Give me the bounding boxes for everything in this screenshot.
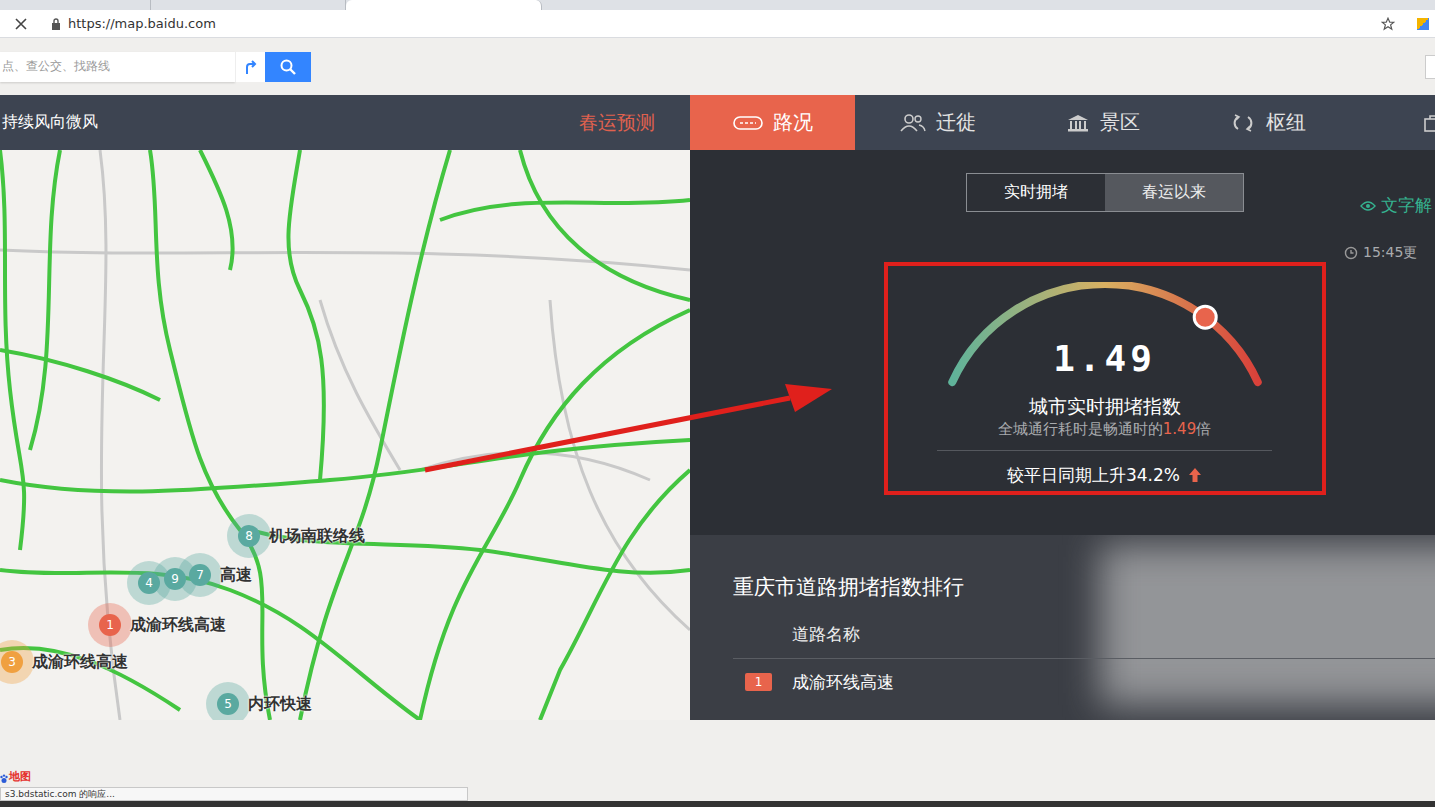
nav-tab-label: 迁徙 xyxy=(936,109,976,136)
paw-icon xyxy=(0,774,8,784)
clear-road xyxy=(540,470,690,720)
stop-icon[interactable] xyxy=(15,18,27,30)
main-area: 8 机场南联络线 4 9 7 高速 1 成渝环线高速 3 成渝环线高速 5 内环… xyxy=(0,150,1435,720)
bag-icon xyxy=(1423,114,1435,132)
nav-tab-label: 景区 xyxy=(1100,109,1140,136)
weather-text: 持续风向微风 xyxy=(2,112,98,133)
search-row: 点、查公交、找路线 xyxy=(0,38,1435,95)
nav-tab[interactable]: 迁徙 xyxy=(855,95,1020,150)
footer: 地图 s3.bdstatic.com 的响应... xyxy=(0,720,1435,807)
blurred-area xyxy=(1100,545,1435,705)
traffic-panel: 实时拥堵春运以来 文字解 15:45更 1.49 城市实时拥堵指数 全城通行耗时… xyxy=(690,150,1435,720)
ranking-row[interactable]: 1 成渝环线高速 xyxy=(733,659,1435,705)
map[interactable]: 8 机场南联络线 4 9 7 高速 1 成渝环线高速 3 成渝环线高速 5 内环… xyxy=(0,150,690,720)
mode-toggle: 实时拥堵春运以来 xyxy=(966,173,1244,212)
taskbar-edge xyxy=(0,801,1435,807)
clear-road xyxy=(440,200,690,220)
ranking-title: 重庆市道路拥堵指数排行 xyxy=(733,573,1435,601)
status-bar: s3.bdstatic.com 的响应... xyxy=(0,787,468,801)
url-text[interactable]: https://map.baidu.com xyxy=(68,16,216,31)
browser-tab[interactable] xyxy=(346,0,542,10)
column-header: 道路名称 xyxy=(792,623,860,646)
clear-road xyxy=(200,150,233,270)
lock-icon xyxy=(51,18,61,30)
route-icon xyxy=(244,59,258,75)
eye-icon xyxy=(1360,200,1376,212)
nav-left: 持续风向微风 春运预测 xyxy=(0,95,690,150)
ranking-header: 道路名称 xyxy=(733,611,1435,659)
clear-road xyxy=(520,150,690,300)
extension-icon[interactable] xyxy=(1417,18,1429,30)
nav-tab[interactable]: 枢纽 xyxy=(1185,95,1350,150)
search-button[interactable] xyxy=(265,52,311,82)
pin-badge: 7 xyxy=(189,564,211,586)
star-icon[interactable] xyxy=(1381,17,1395,31)
clear-road xyxy=(288,150,323,480)
search-icon xyxy=(280,59,296,75)
nav-tab-label: 枢纽 xyxy=(1266,109,1306,136)
baidu-map-logo[interactable]: 地图 xyxy=(0,769,1435,784)
road-name: 成渝环线高速 xyxy=(792,671,894,694)
nav-bar: 持续风向微风 春运预测 路况 迁徙 景区 枢纽 xyxy=(0,95,1435,150)
index-section: 实时拥堵春运以来 文字解 15:45更 1.49 城市实时拥堵指数 全城通行耗时… xyxy=(690,150,1435,535)
ranking-section: 重庆市道路拥堵指数排行 道路名称 1 成渝环线高速 xyxy=(690,535,1435,720)
browser-tab[interactable] xyxy=(151,0,346,10)
pin-badge: 3 xyxy=(1,651,23,673)
gauge-marker xyxy=(1194,306,1216,328)
mode-button[interactable]: 春运以来 xyxy=(1105,174,1243,211)
road-icon xyxy=(733,116,763,130)
minor-road xyxy=(320,300,400,470)
pin-label: 成渝环线高速 xyxy=(130,615,226,636)
gauge: 1.49 xyxy=(940,282,1270,394)
index-value: 1.49 xyxy=(940,337,1270,381)
pin-label: 成渝环线高速 xyxy=(32,652,128,673)
nav-tab[interactable]: 路况 xyxy=(690,95,855,150)
clear-road xyxy=(300,150,450,720)
nav-tab[interactable] xyxy=(1350,95,1435,150)
pin-badge: 1 xyxy=(99,614,121,636)
clear-road xyxy=(0,350,160,400)
pin-badge: 8 xyxy=(238,525,260,547)
clear-road xyxy=(0,440,690,492)
search-input[interactable]: 点、查公交、找路线 xyxy=(0,52,235,82)
pin-label: 内环快速 xyxy=(248,694,312,715)
page: https://map.baidu.com 点、查公交、找路线 持续风向微风 春… xyxy=(0,0,1435,807)
browser-tab[interactable] xyxy=(0,0,151,10)
pin-label: 机场南联络线 xyxy=(269,526,365,547)
promo-link[interactable]: 春运预测 xyxy=(579,110,655,136)
address-bar: https://map.baidu.com xyxy=(0,10,1435,38)
people-icon xyxy=(900,114,926,132)
pin-label: 高速 xyxy=(220,565,252,586)
pin-badge: 5 xyxy=(217,693,239,715)
nav-tab[interactable]: 景区 xyxy=(1020,95,1185,150)
update-time-text: 15:45更 xyxy=(1363,244,1417,262)
index-change: 较平日同期上升34.2% xyxy=(1007,463,1202,487)
text-toggle[interactable]: 文字解 xyxy=(1360,194,1432,217)
side-tool[interactable] xyxy=(1425,55,1435,79)
clock-icon xyxy=(1344,246,1358,260)
divider xyxy=(937,450,1272,451)
route-button[interactable] xyxy=(235,52,265,82)
rank-badge: 1 xyxy=(745,673,772,691)
logo-text: 地图 xyxy=(9,769,31,784)
hub-icon xyxy=(1230,114,1256,132)
search-placeholder: 点、查公交、找路线 xyxy=(0,58,110,75)
nav-tab-label: 路况 xyxy=(773,109,813,136)
congestion-index-card: 1.49 城市实时拥堵指数 全城通行耗时是畅通时的1.49倍 较平日同期上升34… xyxy=(884,262,1326,495)
clear-road xyxy=(150,150,270,720)
up-arrow-icon xyxy=(1188,467,1202,483)
clear-road xyxy=(30,150,60,450)
clear-road xyxy=(420,310,690,720)
annotation-arrow xyxy=(0,0,1435,807)
text-toggle-label: 文字解 xyxy=(1381,194,1432,217)
update-time: 15:45更 xyxy=(1344,244,1417,262)
index-title: 城市实时拥堵指数 xyxy=(1029,394,1181,418)
index-subtitle: 全城通行耗时是畅通时的1.49倍 xyxy=(998,418,1211,440)
browser-tab-strip xyxy=(0,0,1435,10)
mode-button[interactable]: 实时拥堵 xyxy=(967,174,1105,211)
temple-icon xyxy=(1066,114,1090,132)
